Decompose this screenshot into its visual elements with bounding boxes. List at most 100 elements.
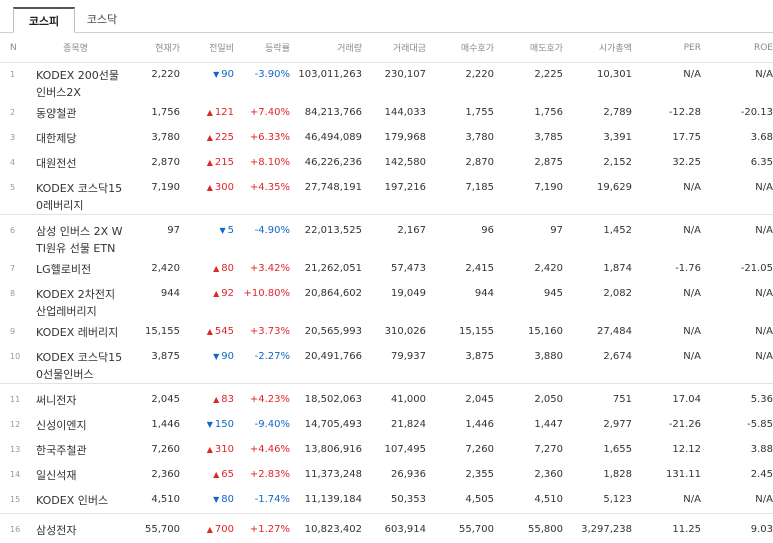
arrow-down-icon (213, 352, 219, 361)
header-price: 현재가 (123, 33, 180, 63)
stock-name-link[interactable]: 일신석재 (28, 463, 123, 488)
ask-cell: 7,270 (534, 444, 563, 455)
table-row[interactable]: 14 일신석재 2,360 65 +2.83% 11,373,248 26,936 2,355… (0, 463, 773, 488)
mcap-cell: 751 (612, 394, 632, 405)
volume-cell: 11,139,184 (304, 494, 362, 505)
stock-name-link[interactable]: KODEX 200선물인버스2X (28, 63, 123, 102)
price-cell: 944 (160, 288, 180, 299)
stock-name-link[interactable]: KODEX 인버스 (28, 488, 123, 513)
amount-cell: 57,473 (391, 263, 426, 274)
tab-kosdaq[interactable]: 코스닥 (80, 7, 124, 32)
ask-cell: 2,360 (534, 469, 563, 480)
arrow-up-icon (207, 108, 213, 117)
table-row[interactable]: 5 KODEX 코스닥150레버리지 7,190 300 +4.35% 27,748,19… (0, 176, 773, 214)
rate-cell: -3.90% (254, 69, 290, 80)
table-row[interactable]: 10 KODEX 코스닥150선물인버스 3,875 90 -2.27% 20,491,7… (0, 345, 773, 383)
price-cell: 7,190 (151, 182, 180, 193)
volume-cell: 46,494,089 (304, 132, 362, 143)
volume-cell: 22,013,525 (304, 225, 362, 236)
stock-name-link[interactable]: 신성이엔지 (28, 413, 123, 438)
header-amount: 거래대금 (362, 33, 426, 63)
volume-cell: 10,823,402 (304, 524, 362, 535)
mcap-cell: 1,874 (603, 263, 632, 274)
header-bid: 매수호가 (426, 33, 494, 63)
table-row[interactable]: 11 써니전자 2,045 83 +4.23% 18,502,063 41,000 2,045… (0, 388, 773, 413)
table-row[interactable]: 9 KODEX 레버리지 15,155 545 +3.73% 20,565,993 310,… (0, 320, 773, 345)
table-row[interactable]: 13 한국주철관 7,260 310 +4.46% 13,806,916 107,495 7,… (0, 438, 773, 463)
amount-cell: 50,353 (391, 494, 426, 505)
header-change: 전일비 (180, 33, 234, 63)
price-cell: 2,870 (151, 157, 180, 168)
price-cell: 7,260 (151, 444, 180, 455)
per-cell: 11.25 (672, 524, 701, 535)
ask-cell: 1,756 (534, 107, 563, 118)
table-row[interactable]: 7 LG헬로비전 2,420 80 +3.42% 21,262,051 57,473 2,41… (0, 257, 773, 282)
per-cell: 32.25 (672, 157, 701, 168)
price-cell: 2,420 (151, 263, 180, 274)
stock-table: N 종목명 현재가 전일비 등락률 거래량 거래대금 매수호가 매도호가 시가총… (0, 33, 773, 543)
amount-cell: 142,580 (384, 157, 426, 168)
roe-cell: 3.88 (750, 444, 773, 455)
mcap-cell: 1,828 (603, 469, 632, 480)
stock-name-link[interactable]: 삼성 인버스 2X WTI원유 선물 ETN (28, 219, 123, 257)
per-cell: N/A (683, 182, 701, 193)
change-cell: 545 (180, 320, 234, 345)
rate-cell: +4.23% (249, 394, 290, 405)
ask-cell: 55,800 (528, 524, 563, 535)
rate-cell: -9.40% (254, 419, 290, 430)
mcap-cell: 2,977 (603, 419, 632, 430)
header-mcap: 시가총액 (563, 33, 632, 63)
price-cell: 2,360 (151, 469, 180, 480)
stock-name-link[interactable]: 삼성전자 (28, 518, 123, 543)
table-row[interactable]: 6 삼성 인버스 2X WTI원유 선물 ETN 97 5 -4.90% 22,013,5… (0, 219, 773, 257)
volume-cell: 21,262,051 (304, 263, 362, 274)
table-row[interactable]: 8 KODEX 2차전지산업레버리지 944 92 +10.80% 20,864,602 1… (0, 282, 773, 320)
roe-cell: 3.68 (750, 132, 773, 143)
change-cell: 83 (180, 388, 234, 413)
table-row[interactable]: 12 신성이엔지 1,446 150 -9.40% 14,705,493 21,824 1,4… (0, 413, 773, 438)
price-cell: 15,155 (145, 326, 180, 337)
stock-name-link[interactable]: 대원전선 (28, 151, 123, 176)
per-cell: N/A (683, 69, 701, 80)
table-row[interactable]: 1 KODEX 200선물인버스2X 2,220 90 -3.90% 103,011,26… (0, 63, 773, 102)
rate-cell: +10.80% (243, 288, 290, 299)
stock-name-link[interactable]: LG헬로비전 (28, 257, 123, 282)
arrow-up-icon (213, 264, 219, 273)
table-row[interactable]: 16 삼성전자 55,700 700 +1.27% 10,823,402 603,914 55… (0, 518, 773, 543)
tab-kospi[interactable]: 코스피 (13, 7, 75, 33)
mcap-cell: 5,123 (603, 494, 632, 505)
stock-name-link[interactable]: KODEX 레버리지 (28, 320, 123, 345)
stock-name-link[interactable]: 써니전자 (28, 388, 123, 413)
roe-cell: 5.36 (750, 394, 773, 405)
stock-name-link[interactable]: 동양철관 (28, 101, 123, 126)
roe-cell: -20.13 (740, 107, 773, 118)
row-number: 14 (10, 470, 21, 479)
stock-name-link[interactable]: KODEX 코스닥150레버리지 (28, 176, 123, 214)
roe-cell: N/A (755, 69, 773, 80)
bid-cell: 15,155 (459, 326, 494, 337)
volume-cell: 11,373,248 (304, 469, 362, 480)
ask-cell: 3,880 (534, 351, 563, 362)
arrow-up-icon (207, 525, 213, 534)
row-number: 1 (10, 70, 16, 79)
per-cell: N/A (683, 351, 701, 362)
table-row[interactable]: 15 KODEX 인버스 4,510 80 -1.74% 11,139,184 50,353… (0, 488, 773, 513)
volume-cell: 14,705,493 (304, 419, 362, 430)
roe-cell: N/A (755, 225, 773, 236)
volume-cell: 84,213,766 (304, 107, 362, 118)
stock-name-link[interactable]: 한국주철관 (28, 438, 123, 463)
header-roe: ROE (701, 33, 773, 63)
change-value: 65 (221, 469, 234, 480)
stock-name-link[interactable]: 대한제당 (28, 126, 123, 151)
stock-name-link[interactable]: KODEX 2차전지산업레버리지 (28, 282, 123, 320)
table-row[interactable]: 4 대원전선 2,870 215 +8.10% 46,226,236 142,580 2,87… (0, 151, 773, 176)
arrow-down-icon (213, 70, 219, 79)
change-cell: 215 (180, 151, 234, 176)
table-row[interactable]: 3 대한제당 3,780 225 +6.33% 46,494,089 179,968 3,78… (0, 126, 773, 151)
per-cell: -12.28 (668, 107, 701, 118)
table-row[interactable]: 2 동양철관 1,756 121 +7.40% 84,213,766 144,033 1,75… (0, 101, 773, 126)
volume-cell: 46,226,236 (304, 157, 362, 168)
change-cell: 300 (180, 176, 234, 214)
stock-name-link[interactable]: KODEX 코스닥150선물인버스 (28, 345, 123, 383)
ask-cell: 2,420 (534, 263, 563, 274)
